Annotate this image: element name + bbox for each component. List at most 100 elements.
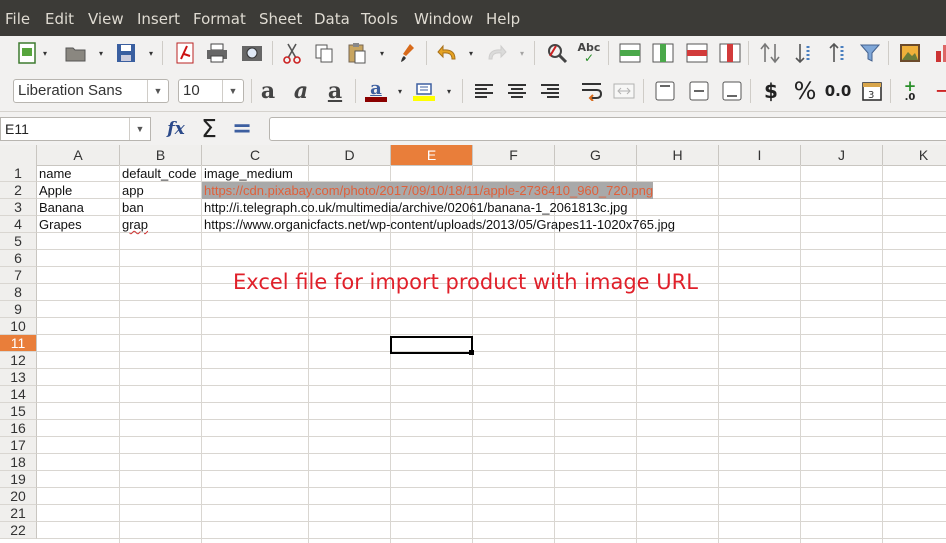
align-middle-icon[interactable] bbox=[687, 79, 711, 103]
sort-descending-icon[interactable] bbox=[826, 41, 850, 65]
row-header-21[interactable]: 21 bbox=[0, 505, 37, 522]
cell-b2[interactable]: app bbox=[120, 182, 144, 199]
autofilter-icon[interactable] bbox=[858, 41, 882, 65]
column-header-b[interactable]: B bbox=[120, 145, 202, 165]
align-left-icon[interactable] bbox=[472, 79, 496, 103]
cell-c3[interactable]: http://i.telegraph.co.uk/multimedia/arch… bbox=[202, 199, 628, 216]
cell-a3[interactable]: Banana bbox=[37, 199, 84, 216]
spreadsheet-grid[interactable]: ABCDEFGHIJK 1 2 3 4 5 6 7 8 9 10 11 12 13 14 15 16 17 18 1… bbox=[0, 145, 946, 543]
sort-icon[interactable] bbox=[758, 41, 782, 65]
merge-cells-icon[interactable] bbox=[612, 79, 636, 103]
formula-icon[interactable]: = bbox=[230, 114, 254, 142]
highlight-dropdown-icon[interactable]: ▾ bbox=[444, 79, 454, 103]
number-format-icon[interactable]: 0.0 bbox=[824, 79, 852, 103]
column-header-e[interactable]: E bbox=[391, 145, 473, 165]
export-pdf-icon[interactable] bbox=[173, 41, 197, 65]
align-bottom-icon[interactable] bbox=[720, 79, 744, 103]
row-header-9[interactable]: 9 bbox=[0, 301, 37, 318]
currency-format-icon[interactable]: $ bbox=[759, 79, 783, 103]
cell-b3[interactable]: ban bbox=[120, 199, 144, 216]
row-header-15[interactable]: 15 bbox=[0, 403, 37, 420]
column-header-j[interactable]: J bbox=[801, 145, 883, 165]
wrap-text-icon[interactable] bbox=[580, 79, 604, 103]
row-header-20[interactable]: 20 bbox=[0, 488, 37, 505]
print-icon[interactable] bbox=[205, 41, 229, 65]
open-folder-icon[interactable] bbox=[64, 41, 88, 65]
bold-icon[interactable]: a bbox=[256, 78, 280, 104]
cell-a4[interactable]: Grapes bbox=[37, 216, 82, 233]
insert-image-icon[interactable] bbox=[898, 41, 922, 65]
select-all-corner[interactable] bbox=[0, 145, 37, 165]
menu-help[interactable]: Help bbox=[486, 0, 520, 36]
cell-c4[interactable]: https://www.organicfacts.net/wp-content/… bbox=[202, 216, 675, 233]
undo-dropdown-icon[interactable]: ▾ bbox=[466, 41, 476, 65]
delete-column-icon[interactable] bbox=[718, 41, 742, 65]
column-header-d[interactable]: D bbox=[309, 145, 391, 165]
align-center-icon[interactable] bbox=[505, 79, 529, 103]
column-header-h[interactable]: H bbox=[637, 145, 719, 165]
font-size-dropdown-icon[interactable]: ▼ bbox=[222, 80, 243, 102]
paste-icon[interactable] bbox=[345, 41, 369, 65]
row-header-8[interactable]: 8 bbox=[0, 284, 37, 301]
redo-icon[interactable] bbox=[484, 41, 508, 65]
column-header-k[interactable]: K bbox=[883, 145, 946, 165]
highlight-color-icon[interactable] bbox=[412, 79, 436, 103]
formula-input[interactable] bbox=[269, 117, 946, 141]
column-header-c[interactable]: C bbox=[202, 145, 309, 165]
italic-icon[interactable]: a bbox=[289, 78, 313, 104]
menu-insert[interactable]: Insert bbox=[137, 0, 180, 36]
percent-format-icon[interactable]: % bbox=[793, 77, 817, 105]
font-color-icon[interactable]: a bbox=[364, 79, 388, 103]
row-header-22[interactable]: 22 bbox=[0, 522, 37, 539]
column-header-a[interactable]: A bbox=[37, 145, 120, 165]
column-header-i[interactable]: I bbox=[719, 145, 801, 165]
cut-icon[interactable] bbox=[280, 41, 304, 65]
row-header-18[interactable]: 18 bbox=[0, 454, 37, 471]
delete-decimal-icon[interactable]: − bbox=[930, 79, 946, 103]
menu-file[interactable]: File bbox=[5, 0, 30, 36]
row-header-19[interactable]: 19 bbox=[0, 471, 37, 488]
new-document-icon[interactable] bbox=[15, 41, 39, 65]
row-header-6[interactable]: 6 bbox=[0, 250, 37, 267]
menu-view[interactable]: View bbox=[88, 0, 124, 36]
column-header-g[interactable]: G bbox=[555, 145, 637, 165]
row-header-1[interactable]: 1 bbox=[0, 165, 37, 182]
date-format-icon[interactable]: 3 bbox=[860, 79, 884, 103]
row-header-11[interactable]: 11 bbox=[0, 335, 37, 352]
paste-dropdown-icon[interactable]: ▾ bbox=[377, 41, 387, 65]
insert-row-icon[interactable] bbox=[618, 41, 642, 65]
name-box[interactable]: E11 ▼ bbox=[0, 117, 151, 141]
find-replace-icon[interactable] bbox=[545, 41, 569, 65]
redo-dropdown-icon[interactable]: ▾ bbox=[517, 41, 527, 65]
row-header-17[interactable]: 17 bbox=[0, 437, 37, 454]
cell-c1[interactable]: image_medium bbox=[202, 165, 293, 182]
menu-data[interactable]: Data bbox=[314, 0, 350, 36]
autofill-handle[interactable] bbox=[469, 350, 474, 355]
menu-edit[interactable]: Edit bbox=[45, 0, 74, 36]
insert-column-icon[interactable] bbox=[651, 41, 675, 65]
cell-a2[interactable]: Apple bbox=[37, 182, 72, 199]
new-dropdown-icon[interactable]: ▾ bbox=[40, 41, 50, 65]
menu-tools[interactable]: Tools bbox=[361, 0, 398, 36]
font-color-dropdown-icon[interactable]: ▾ bbox=[395, 79, 405, 103]
save-icon[interactable] bbox=[114, 41, 138, 65]
menu-window[interactable]: Window bbox=[414, 0, 473, 36]
spelling-icon[interactable]: Abc ✓ bbox=[577, 41, 601, 65]
font-name-combobox[interactable]: Liberation Sans ▼ bbox=[13, 79, 169, 103]
row-header-16[interactable]: 16 bbox=[0, 420, 37, 437]
undo-icon[interactable] bbox=[436, 41, 460, 65]
row-header-4[interactable]: 4 bbox=[0, 216, 37, 233]
sort-ascending-icon[interactable] bbox=[792, 41, 816, 65]
name-box-dropdown-icon[interactable]: ▼ bbox=[129, 118, 150, 140]
cell-b4[interactable]: grap bbox=[120, 216, 148, 233]
align-top-icon[interactable] bbox=[653, 79, 677, 103]
row-header-14[interactable]: 14 bbox=[0, 386, 37, 403]
insert-chart-icon[interactable] bbox=[930, 41, 946, 65]
row-header-12[interactable]: 12 bbox=[0, 352, 37, 369]
copy-icon[interactable] bbox=[312, 41, 336, 65]
cell-b1[interactable]: default_code bbox=[120, 165, 196, 182]
font-name-dropdown-icon[interactable]: ▼ bbox=[147, 80, 168, 102]
align-right-icon[interactable] bbox=[538, 79, 562, 103]
cell-a1[interactable]: name bbox=[37, 165, 72, 182]
underline-icon[interactable]: a bbox=[323, 78, 347, 104]
